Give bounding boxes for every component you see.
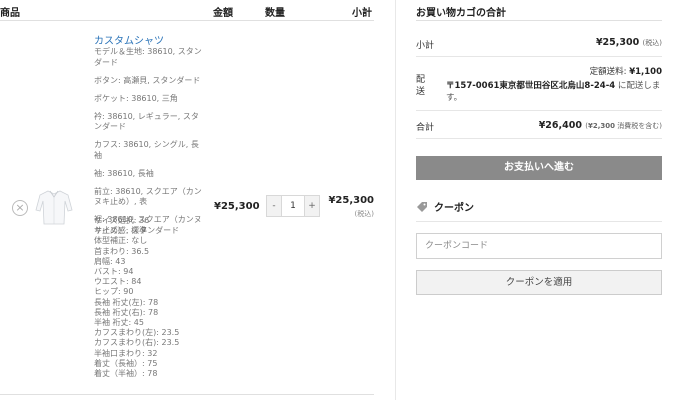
attribute-item: 前立: 38610, スクエア（カンヌキ止め）, 表 <box>94 186 202 207</box>
product-thumbnail[interactable] <box>34 188 74 226</box>
totals-title-divider <box>416 20 662 21</box>
measurement-item: バスト: 94 <box>94 267 134 277</box>
subtotal-divider <box>416 56 662 57</box>
measurement-item: サイズ選択: 36 <box>94 216 150 225</box>
header-divider <box>0 20 374 21</box>
measurement-item: 長袖 裄丈(右): 78 <box>94 307 159 317</box>
attribute-item: 衿: 38610, レギュラー, スタンダード <box>94 111 199 132</box>
total-value: ¥26,400 <box>538 120 582 131</box>
header-price: 金額 <box>213 8 233 19</box>
coupon-heading: クーポン <box>416 199 474 214</box>
shipping-fee: 定額送料: ¥1,100 <box>590 65 662 77</box>
measurement-item: サイズ感: 標準 <box>94 226 147 236</box>
qty-decrease-button[interactable]: - <box>267 196 281 216</box>
coupon-divider <box>416 221 662 222</box>
total-tax-note: (¥2,300 消費税を含む) <box>585 122 662 130</box>
total-value-row: ¥26,400 (¥2,300 消費税を含む) <box>539 120 662 131</box>
measurement-item: ウエスト: 84 <box>94 277 142 287</box>
measurement-item: 肩幅: 43 <box>94 256 126 266</box>
measurement-item: 首まわり: 36.5 <box>94 246 150 256</box>
row-divider <box>0 394 374 395</box>
measurement-item: 体型補正: なし <box>94 236 148 246</box>
tag-icon <box>417 201 427 212</box>
subtotal-label: 小計 <box>416 41 435 51</box>
coupon-code-input[interactable] <box>416 233 662 259</box>
attribute-item: モデル＆生地: 38610, スタンダード <box>94 47 202 67</box>
total-divider <box>416 138 662 139</box>
total-label: 合計 <box>416 123 435 133</box>
product-measurements: サイズ選択: 36 サイズ感: 標準 体型補正: なし 首まわり: 36.5 肩… <box>94 216 206 379</box>
measurement-item: 着丈（半袖）: 78 <box>94 369 158 379</box>
attribute-item: 袖: 38610, 長袖 <box>94 168 154 178</box>
header-subtotal: 小計 <box>352 8 372 19</box>
shipping-fee-value: ¥1,100 <box>629 67 662 77</box>
total-tax-text: 消費税を含む) <box>615 122 662 130</box>
column-divider <box>395 0 396 400</box>
subtotal-tax-note: (税込) <box>642 39 662 47</box>
measurement-item: 着丈（長袖）: 75 <box>94 358 158 368</box>
measurement-item: 半袖 裄丈: 45 <box>94 318 144 328</box>
total-tax-amount: ¥2,300 <box>588 122 616 130</box>
checkout-button[interactable]: お支払いへ進む <box>416 156 662 180</box>
item-tax-note: (税込) <box>354 210 374 218</box>
measurement-item: ヒップ: 90 <box>94 287 134 297</box>
coupon-title: クーポン <box>434 203 474 214</box>
product-attributes: モデル＆生地: 38610, スタンダード ボタン: 高瀬貝, スタンダード ポ… <box>94 47 206 244</box>
header-quantity: 数量 <box>265 8 285 19</box>
subtotal-value: ¥25,300 <box>595 37 640 48</box>
cart-table: 商品 金額 数量 小計 カスタムシャツ モデル＆生地: 38610, スタンダー… <box>0 0 378 400</box>
attribute-item: ポケット: 38610, 三角 <box>94 93 178 103</box>
cart-totals: お買い物カゴの合計 小計 ¥25,300 (税込) 配送 定額送料: ¥1,10… <box>416 0 662 400</box>
quantity-stepper: - 1 + <box>266 195 320 217</box>
subtotal-value-row: ¥25,300 (税込) <box>596 37 662 48</box>
remove-item-icon[interactable]: × <box>12 200 28 216</box>
apply-coupon-button[interactable]: クーポンを適用 <box>416 270 662 295</box>
measurement-item: カフスまわり(右): 23.5 <box>94 338 180 348</box>
attribute-item: ボタン: 高瀬貝, スタンダード <box>94 75 201 85</box>
item-subtotal: ¥25,300 <box>328 195 374 206</box>
shipping-address-value: 〒157-0061東京都世田谷区北烏山8-24-4 <box>446 81 616 91</box>
header-product: 商品 <box>0 8 20 19</box>
shipping-label: 配送 <box>416 75 426 97</box>
shipping-divider <box>416 110 662 111</box>
totals-title: お買い物カゴの合計 <box>416 8 506 19</box>
measurement-item: カフスまわり(左): 23.5 <box>94 328 180 338</box>
item-price: ¥25,300 <box>214 201 260 212</box>
shipping-address: 〒157-0061東京都世田谷区北烏山8-24-4 に配送します。 <box>446 80 662 104</box>
qty-increase-button[interactable]: + <box>305 196 319 216</box>
qty-input[interactable]: 1 <box>281 196 305 216</box>
product-name-link[interactable]: カスタムシャツ <box>94 32 164 47</box>
attribute-item: カフス: 38610, シングル, 長袖 <box>94 140 199 160</box>
measurement-item: 半袖口まわり: 32 <box>94 348 158 358</box>
measurement-item: 長袖 裄丈(左): 78 <box>94 297 159 307</box>
shipping-fee-label: 定額送料: <box>589 67 627 77</box>
